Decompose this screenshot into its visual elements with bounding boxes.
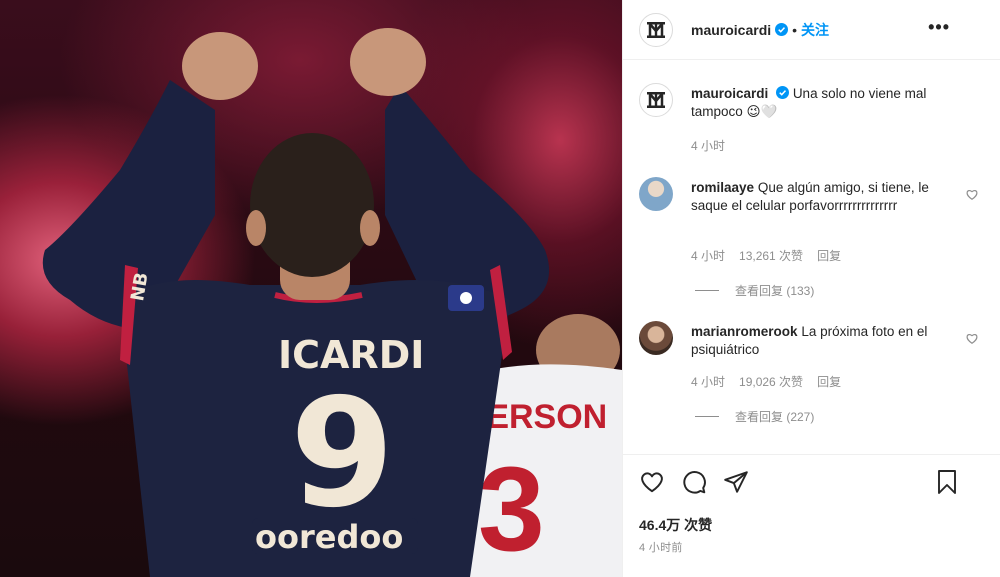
reply-button[interactable]: 回复 [817,247,841,264]
mi-logo-icon [647,21,665,38]
comment-row: marianromerook La próxima foto en el psi… [639,321,979,421]
comment-meta: 4 小时 19,026 次赞 回复 [691,373,841,390]
second-player-number: 3 [478,442,545,576]
more-options-icon[interactable]: ••• [928,18,950,36]
bookmark-icon[interactable] [935,469,959,495]
action-icons [639,469,749,495]
post-time: 4 小时前 [639,542,683,554]
comment-time: 4 小时 [691,249,726,263]
jersey-number: 9 [290,367,394,541]
comment-text-block: romilaaye Que algún amigo, si tiene, le … [691,179,949,215]
comment-like-heart-icon[interactable] [965,187,979,201]
caption-row: mauroicardi Una solo no viene mal tampoc… [639,83,979,163]
view-replies-label: 查看回复 (133) [735,284,815,298]
comment-username[interactable]: romilaaye [691,180,754,195]
comments-list[interactable]: mauroicardi Una solo no viene mal tampoc… [623,61,1000,453]
avatar[interactable] [639,321,673,355]
comment-username[interactable]: marianromerook [691,324,798,339]
caption-time: 4 小时 [691,139,726,153]
divider-line [695,416,719,417]
likes-count[interactable]: 46.4万 次赞 [639,515,712,535]
post-actions: 46.4万 次赞 4 小时前 [623,454,1000,577]
view-replies-label: 查看回复 (227) [735,410,815,424]
header-username[interactable]: mauroicardi [691,22,771,38]
avatar[interactable] [639,12,673,47]
post-header: mauroicardi • 关注 ••• [623,0,1000,60]
divider-line [695,290,719,291]
paper-plane-icon[interactable] [723,469,749,495]
comment-like-heart-icon[interactable] [965,331,979,345]
comment-icon[interactable] [681,469,707,495]
comment-time: 4 小时 [691,375,726,389]
caption-username[interactable]: mauroicardi [691,86,768,101]
save-button[interactable] [935,469,959,495]
photo-scene: MERSON 3 ICARDI 9 ooredoo NB [42,28,622,577]
view-replies-button[interactable]: 查看回复 (133) [695,282,814,299]
mi-logo-icon [647,92,665,108]
reply-button[interactable]: 回复 [817,373,841,390]
comment-likes[interactable]: 13,261 次赞 [739,247,803,264]
comment-likes[interactable]: 19,026 次赞 [739,373,803,390]
avatar[interactable] [639,83,673,117]
verified-badge-icon [775,23,789,36]
main-player: ICARDI 9 ooredoo NB [42,28,550,577]
avatar[interactable] [639,177,673,211]
comment-meta: 4 小时 13,261 次赞 回复 [691,247,841,264]
post-sidebar: mauroicardi • 关注 ••• mauroicardi Una sol… [622,0,1000,577]
verified-badge-icon [776,86,790,99]
post-photo[interactable]: MERSON 3 ICARDI 9 ooredoo NB [0,0,622,577]
caption-text-block: mauroicardi Una solo no viene mal tampoc… [691,85,949,121]
sponsor-text: ooredoo [255,518,403,556]
comment-text-block: marianromerook La próxima foto en el psi… [691,323,949,359]
heart-icon[interactable] [639,469,665,495]
header-separator: • [792,21,798,38]
follow-button[interactable]: 关注 [801,20,829,40]
caption-meta: 4 小时 [691,137,725,154]
view-replies-button[interactable]: 查看回复 (227) [695,408,814,425]
